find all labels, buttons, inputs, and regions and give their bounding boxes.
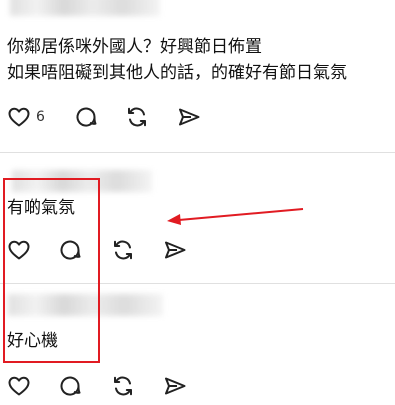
repost-icon	[111, 374, 135, 398]
post-text-line-2: 如果唔阻礙到其他人的話，的確好有節日氣氛	[7, 63, 347, 83]
repost-icon	[125, 105, 149, 129]
divider	[0, 152, 395, 153]
like-button[interactable]	[7, 373, 31, 399]
send-icon	[177, 105, 201, 129]
send-icon	[163, 374, 187, 398]
send-icon	[163, 238, 187, 262]
like-count: 6	[36, 109, 45, 125]
share-button[interactable]	[177, 104, 201, 130]
highlight-box	[3, 178, 100, 363]
arrow-annotation	[167, 208, 304, 225]
repost-button[interactable]	[111, 237, 135, 263]
heart-icon	[7, 374, 31, 398]
reply-button[interactable]	[74, 104, 98, 130]
like-button[interactable]: 6	[7, 104, 45, 130]
blurred-username	[10, 0, 160, 16]
repost-button[interactable]	[111, 373, 135, 399]
repost-icon	[111, 238, 135, 262]
share-button[interactable]	[163, 373, 187, 399]
share-button[interactable]	[163, 237, 187, 263]
speech-bubble-icon	[74, 105, 98, 129]
post-text-line-1: 你鄰居係咪外國人？好興節日佈置	[7, 37, 262, 57]
reply-button[interactable]	[58, 373, 82, 399]
speech-bubble-icon	[58, 374, 82, 398]
repost-button[interactable]	[125, 104, 149, 130]
heart-icon	[7, 105, 31, 129]
